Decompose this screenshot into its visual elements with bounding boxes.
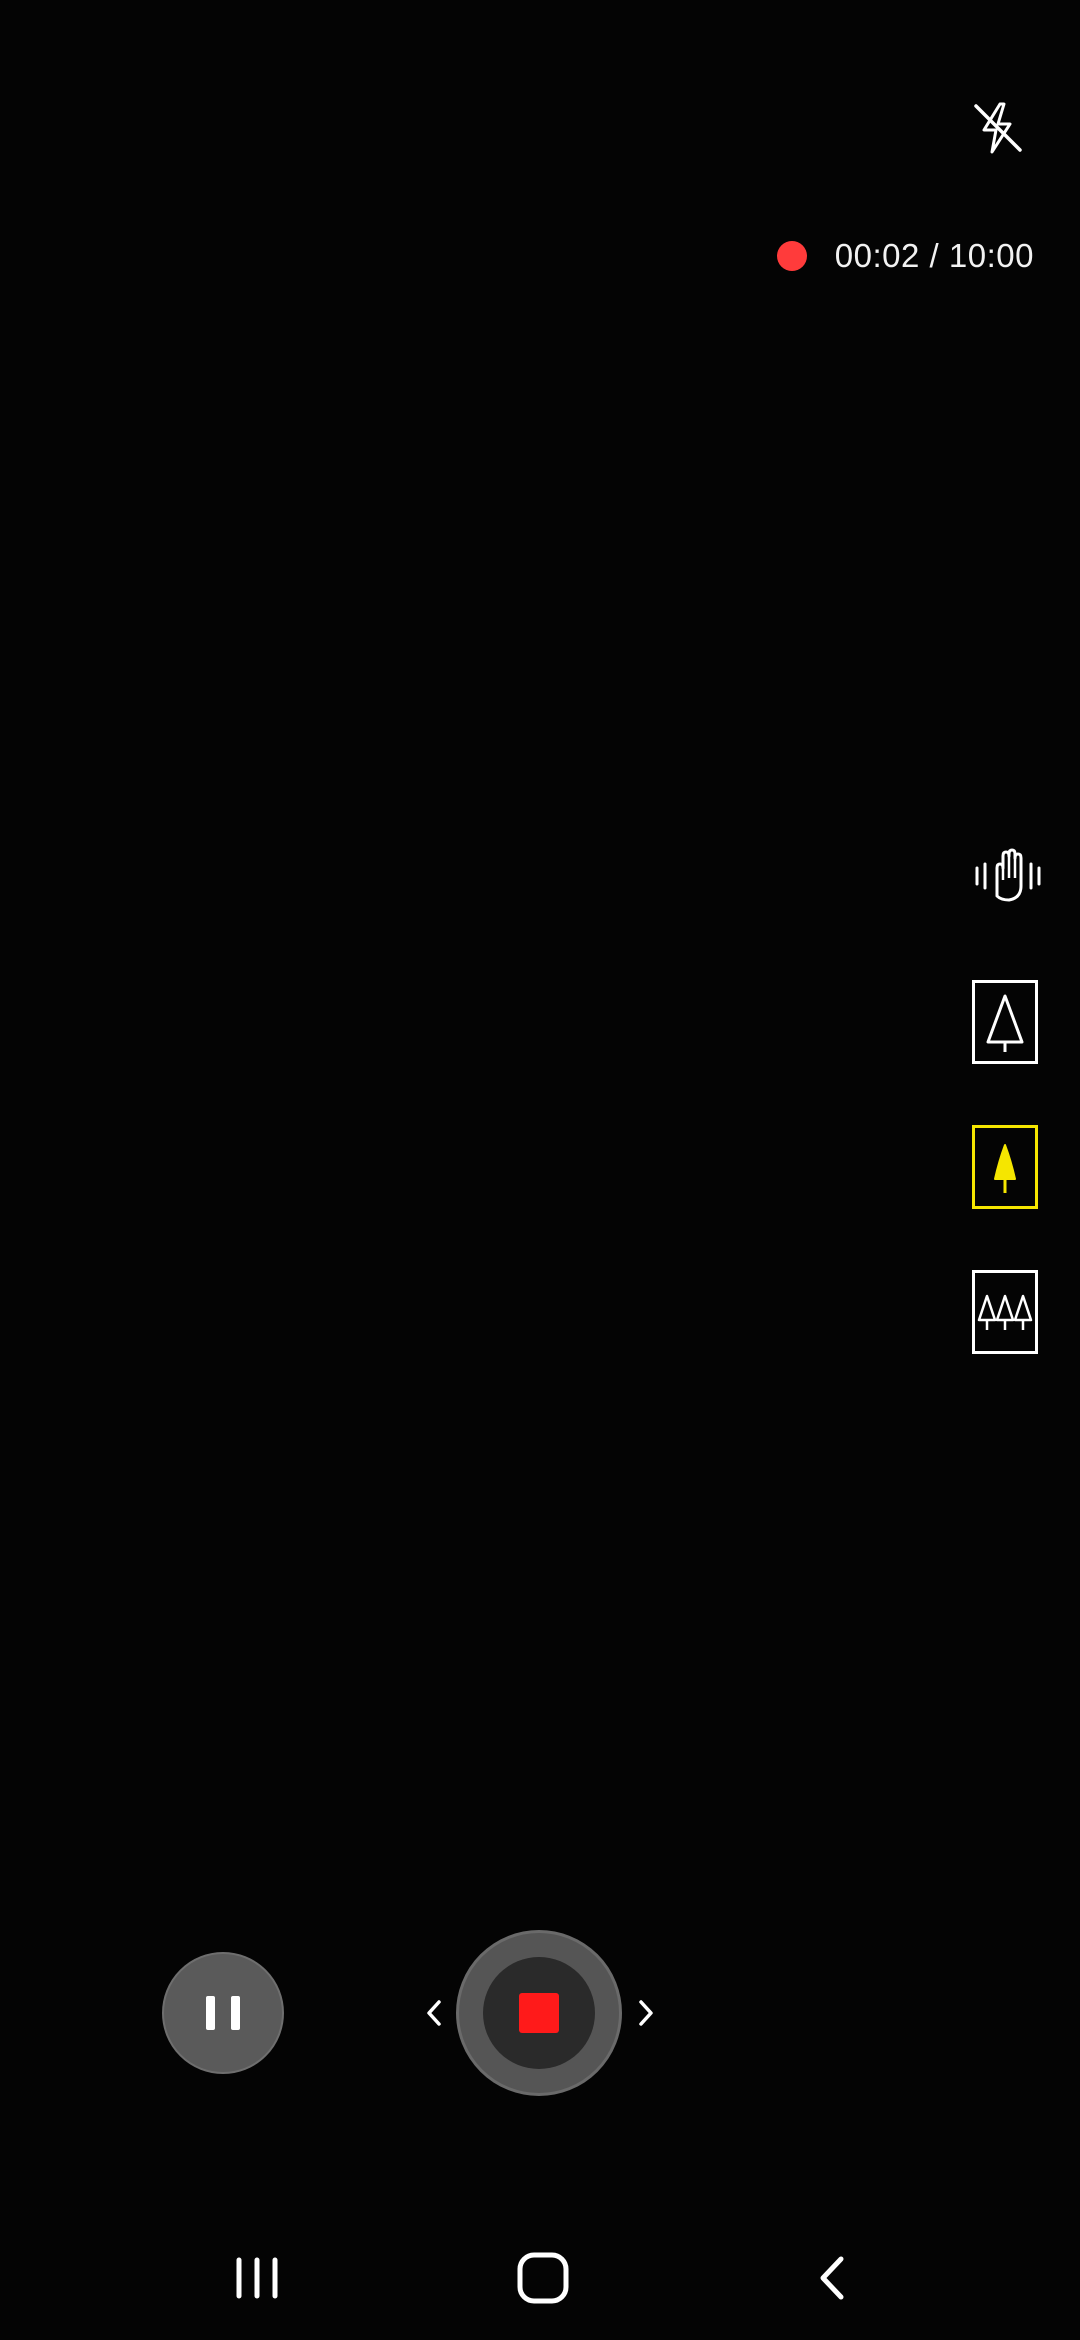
recording-limit: 10:00 xyxy=(948,237,1034,274)
recents-button[interactable] xyxy=(212,2248,302,2308)
stop-icon xyxy=(519,1993,559,2033)
recording-time: 00:02 / 10:00 xyxy=(835,237,1034,275)
chevron-right-icon xyxy=(639,2000,653,2026)
zoom-option-three-trees[interactable] xyxy=(972,1270,1038,1354)
recording-separator: / xyxy=(919,237,949,274)
recording-indicator xyxy=(776,241,807,271)
recording-elapsed: 00:02 xyxy=(834,237,920,274)
zoom-option-single-tree-filled[interactable] xyxy=(972,1125,1038,1209)
single-tree-outline-icon xyxy=(986,994,1024,1052)
stabilization-button[interactable] xyxy=(970,840,1046,912)
single-tree-filled-icon xyxy=(994,1144,1016,1193)
chevron-left-icon xyxy=(427,2000,441,2026)
flash-off-icon xyxy=(974,102,1022,154)
pause-button[interactable] xyxy=(162,1952,284,2074)
three-trees-icon xyxy=(977,1294,1033,1330)
system-navigation-bar xyxy=(0,2214,1080,2340)
mode-prev-button[interactable] xyxy=(418,1992,450,2034)
stop-button-inner xyxy=(483,1957,595,2069)
back-icon xyxy=(820,2256,844,2300)
pause-icon xyxy=(206,1996,215,2030)
recents-icon xyxy=(236,2257,278,2299)
flash-toggle-button[interactable] xyxy=(966,96,1030,160)
home-button[interactable] xyxy=(498,2248,588,2308)
stop-recording-button[interactable] xyxy=(456,1930,622,2096)
pause-icon-bar xyxy=(231,1996,240,2030)
back-button[interactable] xyxy=(788,2248,878,2308)
home-icon xyxy=(517,2252,569,2304)
mode-next-button[interactable] xyxy=(630,1992,662,2034)
hand-shake-stabilization-icon xyxy=(975,848,1041,902)
zoom-option-single-tree-outline[interactable] xyxy=(972,980,1038,1064)
recording-status: 00:02 / 10:00 xyxy=(776,232,1034,280)
